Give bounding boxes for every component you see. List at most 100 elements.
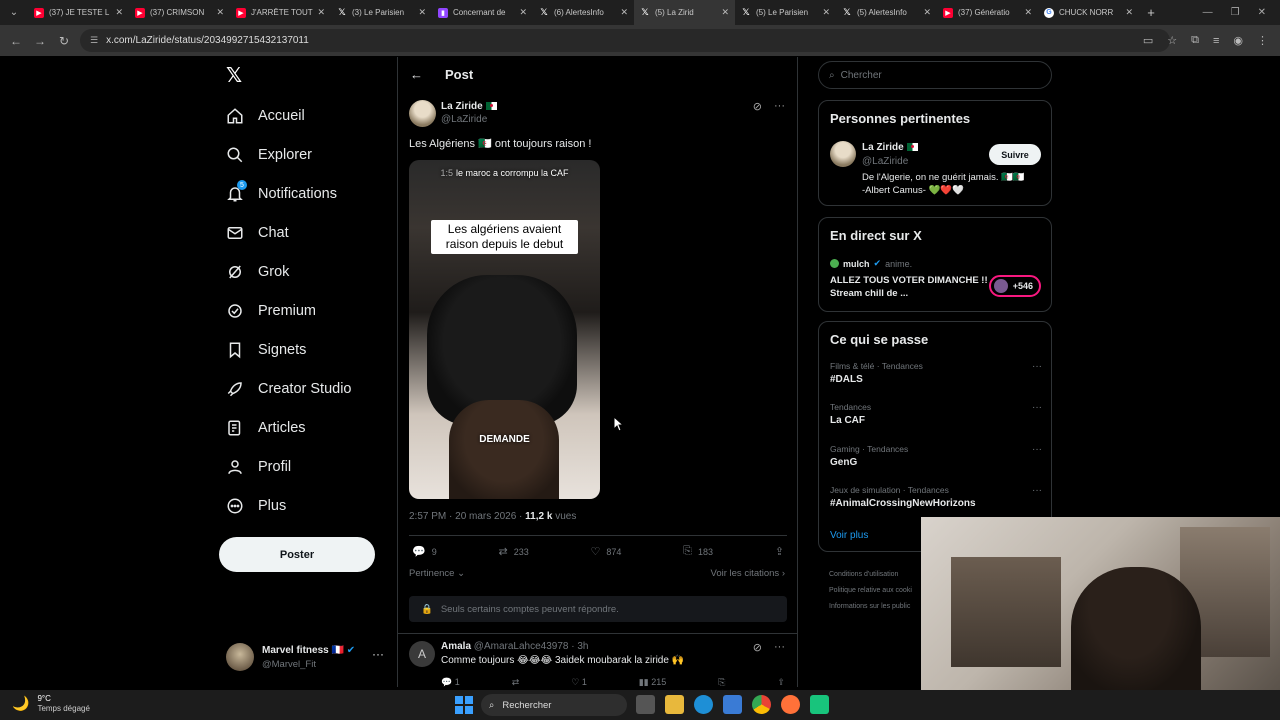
nav-item-explore[interactable]: Explorer: [226, 143, 312, 167]
browser-tab[interactable]: ▮ Concernant de ✕: [432, 0, 533, 25]
reply-author[interactable]: Amala @AmaraLahce43978 · 3h: [441, 641, 589, 652]
close-icon[interactable]: ✕: [115, 7, 123, 18]
browser-tab[interactable]: G CHUCK NORR ✕: [1038, 0, 1139, 25]
task-view-icon[interactable]: [636, 695, 655, 714]
grok-icon[interactable]: ⊘: [753, 641, 762, 654]
person-handle[interactable]: @LaZiride: [862, 156, 908, 167]
close-icon[interactable]: ✕: [418, 7, 426, 18]
sort-dropdown[interactable]: Pertinence ⌄: [409, 568, 465, 579]
site-info-icon[interactable]: ☰: [90, 35, 98, 46]
close-icon[interactable]: ✕: [620, 7, 628, 18]
menu-icon[interactable]: ⋮: [1257, 34, 1268, 47]
browser-tab-active[interactable]: 𝕏 (5) La Zirid ✕: [634, 0, 735, 25]
back-arrow-icon[interactable]: ←: [410, 67, 423, 82]
nav-item-home[interactable]: Accueil: [226, 104, 305, 128]
close-icon[interactable]: ✕: [1024, 7, 1032, 18]
reply-views[interactable]: ▮▮ 215: [639, 677, 666, 688]
browser-tab[interactable]: ▶ (37) JE TESTE L ✕: [28, 0, 129, 25]
nav-item-notifications[interactable]: 5 Notifications: [226, 180, 337, 206]
author-avatar[interactable]: [409, 100, 436, 127]
more-icon[interactable]: ···: [774, 641, 785, 654]
browser-tab[interactable]: 𝕏 (3) Le Parisien ✕: [331, 0, 432, 25]
close-icon[interactable]: ✕: [822, 7, 830, 18]
media-icon[interactable]: ≡: [1213, 35, 1219, 47]
reply-share-button[interactable]: ⇪: [777, 677, 785, 688]
chrome-icon[interactable]: [752, 695, 771, 714]
firefox-icon[interactable]: [781, 695, 800, 714]
footer-link[interactable]: Informations sur les public: [829, 599, 912, 615]
more-icon[interactable]: ···: [774, 100, 785, 113]
more-icon[interactable]: ···: [372, 647, 384, 661]
author-name[interactable]: La Ziride: [441, 101, 497, 112]
profile-icon[interactable]: ◉: [1233, 34, 1243, 47]
close-icon[interactable]: ✕: [721, 7, 729, 18]
close-icon[interactable]: ✕: [923, 7, 931, 18]
browser-tab[interactable]: 𝕏 (6) AlertesInfo ✕: [533, 0, 634, 25]
browser-tab[interactable]: ▶ (37) Génératio ✕: [937, 0, 1038, 25]
reply-repost-button[interactable]: ⇄: [512, 677, 520, 688]
close-icon[interactable]: ✕: [317, 7, 325, 18]
reply-bookmark-button[interactable]: ⎘: [718, 677, 725, 688]
forward-icon[interactable]: →: [28, 34, 52, 48]
nav-item-chat[interactable]: Chat: [226, 221, 289, 245]
avatar[interactable]: [830, 141, 856, 167]
like-button[interactable]: ♡ 874: [591, 545, 622, 558]
browser-tab[interactable]: 𝕏 (5) AlertesInfo ✕: [836, 0, 937, 25]
see-more-link[interactable]: Voir plus: [830, 530, 868, 541]
browser-tab[interactable]: ▶ J'ARRÊTE TOUT ✕: [230, 0, 331, 25]
new-tab-icon[interactable]: +: [1139, 5, 1163, 20]
browser-tab[interactable]: 𝕏 (5) Le Parisien ✕: [735, 0, 836, 25]
grok-icon[interactable]: ⊘: [753, 100, 762, 113]
trend-item[interactable]: Tendances La CAF ···: [830, 402, 1042, 426]
nav-item-more[interactable]: Plus: [226, 494, 286, 518]
store-icon[interactable]: [723, 695, 742, 714]
nav-item-creator-studio[interactable]: Creator Studio: [226, 377, 352, 401]
trend-item[interactable]: Gaming · Tendances GenG ···: [830, 444, 1042, 468]
search-input[interactable]: ⌕ Chercher: [818, 61, 1052, 89]
close-icon[interactable]: ✕: [1125, 7, 1133, 18]
minimize-icon[interactable]: —: [1203, 7, 1213, 18]
close-icon[interactable]: ✕: [519, 7, 527, 18]
trend-item[interactable]: Films & télé · Tendances #DALS ···: [830, 361, 1042, 385]
x-logo-icon[interactable]: 𝕏: [226, 63, 242, 88]
nav-item-grok[interactable]: Grok: [226, 260, 289, 284]
reply-avatar[interactable]: A: [409, 641, 435, 667]
address-bar[interactable]: ☰ x.com/LaZiride/status/2034992715432137…: [80, 29, 1170, 52]
reply-like-button[interactable]: ♡ 1: [571, 677, 587, 688]
nav-item-articles[interactable]: Articles: [226, 416, 306, 440]
tab-search-icon[interactable]: ⌄: [0, 0, 28, 25]
taskbar-search[interactable]: ⌕ Rechercher: [481, 694, 627, 716]
bookmark-button[interactable]: ⎘ 183: [683, 545, 713, 558]
footer-link[interactable]: Politique relative aux cooki: [829, 583, 912, 599]
footer-link[interactable]: Conditions d'utilisation: [829, 567, 912, 583]
back-icon[interactable]: ←: [4, 34, 28, 48]
more-icon[interactable]: ···: [1032, 402, 1042, 413]
nav-item-premium[interactable]: Premium: [226, 299, 316, 323]
reply-reply-button[interactable]: 💬 1: [441, 677, 460, 688]
windows-start-icon[interactable]: [455, 696, 473, 714]
repost-button[interactable]: ⇄ 233: [498, 545, 528, 558]
more-icon[interactable]: ···: [1032, 444, 1042, 455]
follow-button[interactable]: Suivre: [989, 144, 1041, 165]
app-icon[interactable]: [810, 695, 829, 714]
more-icon[interactable]: ···: [1032, 485, 1042, 496]
author-handle[interactable]: @LaZiride: [441, 114, 487, 125]
edge-icon[interactable]: [694, 695, 713, 714]
account-switcher[interactable]: Marvel fitness 🇫🇷 ✔ @Marvel_Fit ···: [226, 641, 396, 675]
weather-widget[interactable]: 🌙 9°C Temps dégagé: [12, 694, 90, 713]
nav-item-profile[interactable]: Profil: [226, 455, 291, 479]
file-explorer-icon[interactable]: [665, 695, 684, 714]
close-icon[interactable]: ✕: [216, 7, 224, 18]
browser-tab[interactable]: ▶ (37) CRIMSON ✕: [129, 0, 230, 25]
trend-item[interactable]: Jeux de simulation · Tendances #AnimalCr…: [830, 485, 1042, 509]
live-card[interactable]: En direct sur X mulch ✔ anime. ALLEZ TOU…: [818, 217, 1052, 312]
star-icon[interactable]: ☆: [1167, 34, 1177, 47]
reload-icon[interactable]: ↻: [52, 34, 76, 48]
reply-button[interactable]: 💬 9: [412, 545, 437, 558]
see-quotes-link[interactable]: Voir les citations ›: [711, 568, 785, 579]
live-listeners-pill[interactable]: +546: [989, 275, 1041, 297]
post-button[interactable]: Poster: [219, 537, 375, 572]
close-window-icon[interactable]: ✕: [1258, 7, 1266, 18]
extensions-icon[interactable]: ⧉: [1191, 34, 1199, 47]
maximize-icon[interactable]: ❐: [1231, 7, 1240, 18]
